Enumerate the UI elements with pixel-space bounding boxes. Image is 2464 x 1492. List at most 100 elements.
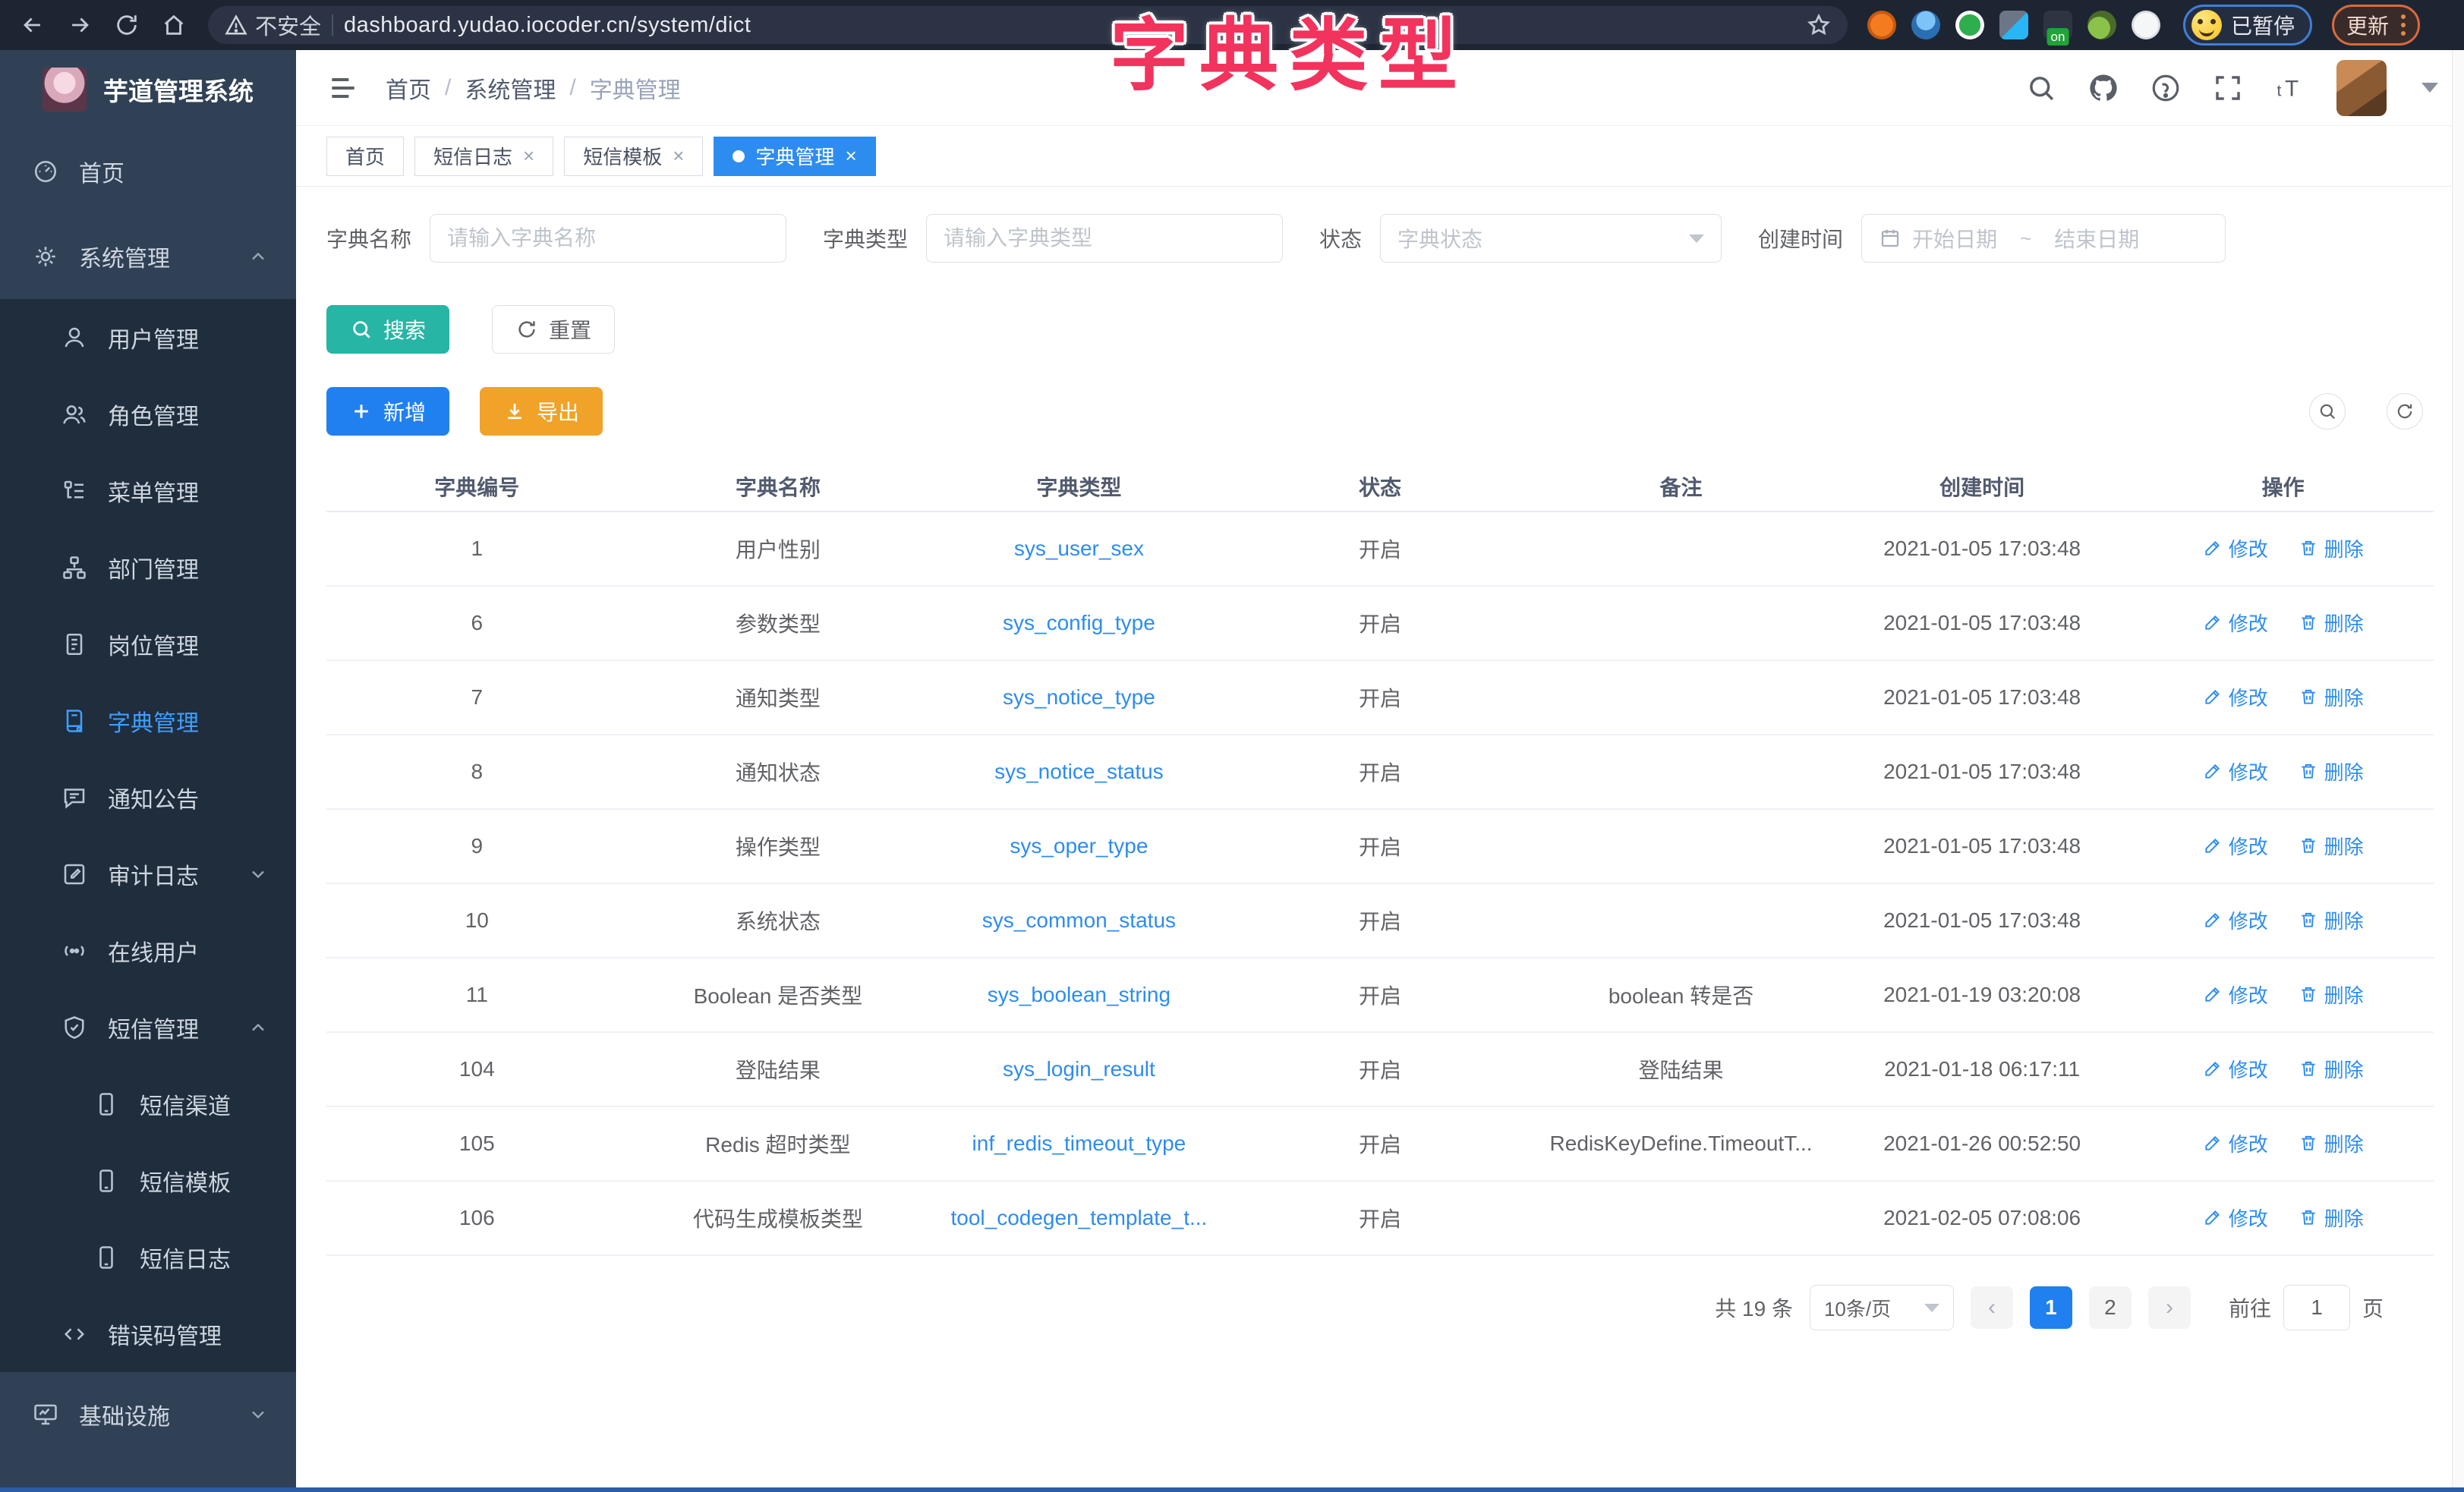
delete-link[interactable]: 删除 — [2299, 906, 2364, 934]
sidebar-item-menus[interactable]: 菜单管理 — [0, 452, 296, 529]
prev-page-button[interactable]: ‹ — [1971, 1286, 2013, 1329]
sidebar-item-notices[interactable]: 通知公告 — [0, 759, 296, 836]
delete-link[interactable]: 删除 — [2299, 683, 2364, 711]
url-text[interactable]: dashboard.yudao.iocoder.cn/system/dict — [344, 13, 751, 38]
sidebar-item-users[interactable]: 用户管理 — [0, 299, 296, 376]
extension-icon-5[interactable]: on — [2043, 11, 2072, 39]
sidebar-item-sms-template[interactable]: 短信模板 — [0, 1142, 296, 1219]
extension-icon-2[interactable] — [1911, 11, 1940, 39]
sidebar-item-posts[interactable]: 岗位管理 — [0, 606, 296, 682]
browser-forward-button[interactable] — [59, 5, 100, 46]
dict-type-input[interactable] — [944, 226, 1265, 250]
page-size-select[interactable]: 10条/页 — [1810, 1285, 1954, 1330]
dict-name-input[interactable] — [447, 226, 769, 250]
breadcrumb-home[interactable]: 首页 — [386, 71, 431, 105]
edit-link[interactable]: 修改 — [2203, 757, 2268, 785]
refresh-table-button[interactable] — [2387, 393, 2423, 430]
sidebar-item-roles[interactable]: 角色管理 — [0, 376, 296, 452]
edit-link[interactable]: 修改 — [2203, 832, 2268, 860]
edit-link[interactable]: 修改 — [2203, 534, 2268, 562]
tab-dict-active[interactable]: 字典管理 × — [714, 137, 875, 176]
search-button[interactable]: 搜索 — [326, 305, 449, 354]
edit-link[interactable]: 修改 — [2203, 683, 2268, 711]
search-icon[interactable] — [2025, 72, 2057, 104]
extension-icon-3[interactable] — [1955, 11, 1984, 39]
browser-menu-icon[interactable] — [2401, 14, 2406, 36]
edit-link[interactable]: 修改 — [2203, 1204, 2268, 1232]
user-menu-caret-icon[interactable] — [2421, 83, 2438, 93]
sidebar-item-departments[interactable]: 部门管理 — [0, 529, 296, 606]
browser-reload-button[interactable] — [106, 5, 147, 46]
page-button-2[interactable]: 2 — [2089, 1286, 2132, 1329]
sidebar-item-home[interactable]: 首页 — [0, 129, 296, 214]
dict-type-link[interactable]: sys_config_type — [1003, 611, 1155, 634]
sidebar-item-system[interactable]: 系统管理 — [0, 214, 296, 299]
dict-type-link[interactable]: sys_login_result — [1003, 1057, 1155, 1081]
recording-paused-badge[interactable]: 已暂停 — [2183, 5, 2312, 46]
breadcrumb-system[interactable]: 系统管理 — [465, 71, 556, 105]
sidebar-item-sms[interactable]: 短信管理 — [0, 989, 296, 1065]
delete-link[interactable]: 删除 — [2299, 1129, 2364, 1157]
font-size-icon[interactable]: tT — [2274, 72, 2306, 104]
scrollbar-track[interactable] — [2452, 50, 2464, 1487]
fullscreen-icon[interactable] — [2212, 72, 2244, 104]
edit-link[interactable]: 修改 — [2203, 981, 2268, 1009]
toggle-search-button[interactable] — [2309, 393, 2346, 430]
sidebar-item-online-users[interactable]: 在线用户 — [0, 912, 296, 989]
date-range-picker[interactable]: 开始日期 ~ 结束日期 — [1861, 214, 2226, 263]
help-icon[interactable] — [2150, 72, 2182, 104]
tab-sms-template[interactable]: 短信模板 × — [564, 137, 703, 176]
delete-link[interactable]: 删除 — [2299, 1055, 2364, 1083]
delete-link[interactable]: 删除 — [2299, 1204, 2364, 1232]
next-page-button[interactable]: › — [2148, 1286, 2191, 1329]
github-icon[interactable] — [2087, 72, 2119, 104]
extension-icon-6[interactable] — [2087, 11, 2116, 39]
tab-home[interactable]: 首页 — [326, 137, 404, 176]
edit-link[interactable]: 修改 — [2203, 1055, 2268, 1083]
address-bar[interactable]: 不安全 dashboard.yudao.iocoder.cn/system/di… — [208, 6, 1848, 44]
delete-link[interactable]: 删除 — [2299, 981, 2364, 1009]
browser-home-button[interactable] — [153, 5, 194, 46]
status-select[interactable]: 字典状态 — [1380, 214, 1722, 263]
dict-type-link[interactable]: tool_codegen_template_t... — [951, 1206, 1208, 1229]
dict-type-link[interactable]: sys_user_sex — [1014, 537, 1144, 560]
dict-type-link[interactable]: sys_notice_status — [994, 760, 1164, 783]
hamburger-icon[interactable] — [326, 71, 360, 105]
browser-back-button[interactable] — [12, 5, 53, 46]
delete-link[interactable]: 删除 — [2299, 534, 2364, 562]
extension-icon-4[interactable] — [1999, 11, 2028, 39]
tab-sms-log[interactable]: 短信日志 × — [414, 137, 553, 176]
user-avatar[interactable] — [2336, 60, 2387, 116]
dict-type-link[interactable]: sys_notice_type — [1003, 685, 1155, 709]
browser-update-button[interactable]: 更新 — [2332, 5, 2420, 46]
extension-puzzle-icon[interactable] — [2132, 11, 2160, 39]
dict-type-link[interactable]: sys_boolean_string — [988, 983, 1171, 1006]
reset-button[interactable]: 重置 — [492, 305, 615, 354]
site-security-badge[interactable]: 不安全 — [225, 9, 321, 41]
delete-link[interactable]: 删除 — [2299, 757, 2364, 785]
close-icon[interactable]: × — [845, 144, 856, 168]
export-button[interactable]: 导出 — [480, 387, 603, 436]
sidebar-item-dict[interactable]: 字典管理 — [0, 682, 296, 759]
add-button[interactable]: 新增 — [326, 387, 449, 436]
close-icon[interactable]: × — [673, 144, 684, 168]
extension-icon-1[interactable] — [1867, 11, 1896, 39]
delete-link[interactable]: 删除 — [2299, 609, 2364, 637]
app-logo[interactable]: 芋道管理系统 — [0, 50, 296, 129]
close-icon[interactable]: × — [523, 144, 534, 168]
dict-type-link[interactable]: sys_oper_type — [1010, 834, 1148, 858]
sidebar-item-audit-log[interactable]: 审计日志 — [0, 836, 296, 912]
dict-type-link[interactable]: inf_redis_timeout_type — [972, 1132, 1186, 1155]
edit-link[interactable]: 修改 — [2203, 609, 2268, 637]
sidebar-item-error-codes[interactable]: 错误码管理 — [0, 1295, 296, 1372]
dict-type-link[interactable]: sys_common_status — [982, 908, 1176, 932]
goto-page-input[interactable] — [2283, 1285, 2350, 1330]
sidebar-item-infrastructure[interactable]: 基础设施 — [0, 1372, 296, 1457]
bookmark-star-icon[interactable] — [1807, 13, 1831, 37]
sidebar-item-sms-log[interactable]: 短信日志 — [0, 1219, 296, 1295]
page-button-1[interactable]: 1 — [2030, 1286, 2072, 1329]
edit-link[interactable]: 修改 — [2203, 1129, 2268, 1157]
sidebar-item-sms-channel[interactable]: 短信渠道 — [0, 1065, 296, 1142]
delete-link[interactable]: 删除 — [2299, 832, 2364, 860]
edit-link[interactable]: 修改 — [2203, 906, 2268, 934]
